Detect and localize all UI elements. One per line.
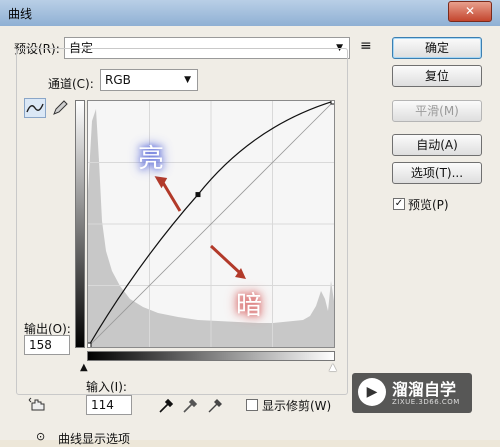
watermark-en: ZIXUE.3D66.COM	[392, 398, 460, 406]
white-eyedropper-icon[interactable]	[205, 396, 227, 416]
auto-button[interactable]: 自动(A)	[392, 134, 482, 156]
ok-button[interactable]: 确定	[392, 37, 482, 59]
input-field[interactable]: 114	[86, 395, 132, 415]
white-point-slider[interactable]: ▲	[329, 362, 337, 373]
watermark-cn: 溜溜自学	[392, 380, 457, 399]
hand-adjust-icon[interactable]	[28, 396, 50, 416]
options-button[interactable]: 选项(T)...	[392, 162, 482, 184]
title-bar: 曲线 ✕	[0, 0, 500, 27]
bright-annotation: 亮	[138, 144, 165, 174]
curve-control-point[interactable]	[195, 192, 201, 198]
black-point-slider[interactable]: ▲	[80, 362, 88, 373]
curve-edit-icon[interactable]	[24, 98, 46, 118]
input-gradient-bar	[87, 351, 335, 361]
curve-endpoint-black[interactable]	[85, 342, 92, 349]
preview-label: 预览(P)	[408, 198, 449, 212]
watermark: ▶ 溜溜自学 ZIXUE.3D66.COM	[352, 373, 472, 413]
smooth-button[interactable]: 平滑(M)	[392, 100, 482, 122]
output-gradient-bar	[75, 100, 85, 348]
show-clipping-label: 显示修剪(W)	[262, 399, 332, 413]
output-field[interactable]: 158	[24, 335, 70, 355]
channel-value: RGB	[105, 73, 131, 87]
annotation-arrows	[154, 176, 246, 279]
chevron-down-icon: ▼	[184, 75, 191, 85]
show-clipping-checkbox[interactable]	[246, 399, 258, 411]
curve-graph[interactable]	[85, 98, 337, 349]
preview-checkbox[interactable]: ✓	[393, 198, 405, 210]
reset-button[interactable]: 复位	[392, 65, 482, 87]
gray-eyedropper-icon[interactable]	[180, 396, 202, 416]
channel-label: 通道(C):	[48, 77, 94, 91]
window-title: 曲线	[8, 7, 33, 21]
curve-display-options-label[interactable]: 曲线显示选项	[58, 430, 130, 447]
play-logo-icon: ▶	[358, 378, 386, 406]
preset-menu-icon[interactable]: ≡	[360, 38, 372, 54]
curve-canvas[interactable]	[85, 98, 337, 349]
dark-annotation: 暗	[236, 291, 263, 321]
expand-toggle-icon[interactable]: ⊙	[36, 430, 45, 443]
close-button[interactable]: ✕	[448, 1, 492, 22]
pencil-icon[interactable]	[50, 98, 72, 118]
black-eyedropper-icon[interactable]	[156, 396, 178, 416]
curve-endpoint-white[interactable]	[330, 98, 337, 105]
input-label: 输入(I):	[86, 380, 127, 394]
channel-select[interactable]: RGB ▼	[100, 69, 198, 91]
